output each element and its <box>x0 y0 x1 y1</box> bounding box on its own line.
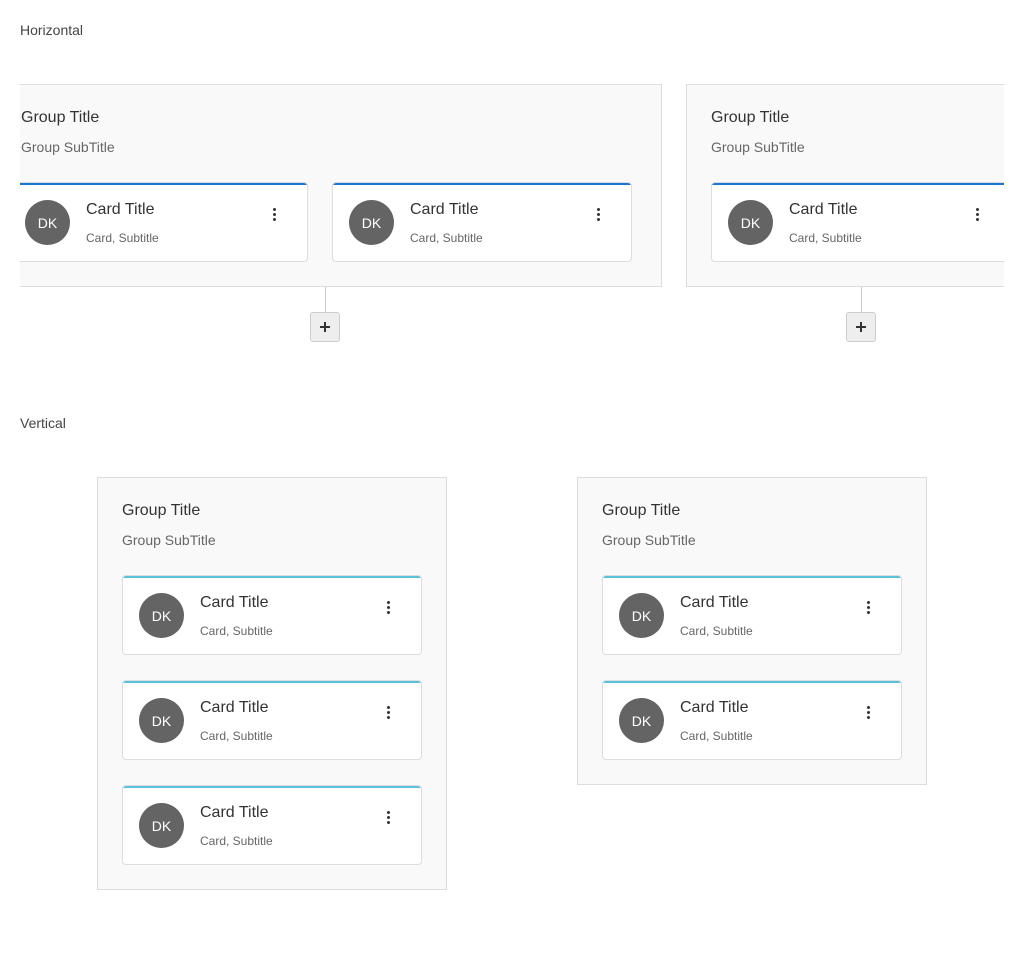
card[interactable]: DK Card Title Card, Subtitle <box>711 182 1004 262</box>
add-card-button[interactable] <box>310 312 340 342</box>
card-title: Card Title <box>200 699 269 716</box>
plus-icon <box>320 322 330 332</box>
horizontal-scroll-area[interactable]: Group Title Group SubTitle DK Card Title… <box>20 84 1004 354</box>
group-subtitle: Group SubTitle <box>122 532 216 548</box>
card-title: Card Title <box>680 594 749 611</box>
more-vertical-icon[interactable] <box>968 205 988 225</box>
card-subtitle: Card, Subtitle <box>680 624 753 638</box>
avatar: DK <box>619 593 664 638</box>
card-subtitle: Card, Subtitle <box>200 624 273 638</box>
card-subtitle: Card, Subtitle <box>86 231 159 245</box>
more-vertical-icon[interactable] <box>265 205 285 225</box>
group-title: Group Title <box>21 109 100 126</box>
group-subtitle: Group SubTitle <box>602 532 696 548</box>
card[interactable]: DK Card Title Card, Subtitle <box>122 680 422 760</box>
avatar: DK <box>139 593 184 638</box>
card-title: Card Title <box>410 201 479 218</box>
group-title: Group Title <box>122 502 201 519</box>
card-title: Card Title <box>86 201 155 218</box>
card-subtitle: Card, Subtitle <box>680 729 753 743</box>
horizontal-group: Group Title Group SubTitle DK Card Title… <box>686 84 1004 287</box>
group-subtitle: Group SubTitle <box>21 139 115 155</box>
plus-icon <box>856 322 866 332</box>
avatar: DK <box>25 200 70 245</box>
group-title: Group Title <box>711 109 790 126</box>
card-title: Card Title <box>200 804 269 821</box>
add-card-button[interactable] <box>846 312 876 342</box>
card[interactable]: DK Card Title Card, Subtitle <box>602 680 902 760</box>
card-subtitle: Card, Subtitle <box>200 729 273 743</box>
avatar: DK <box>619 698 664 743</box>
group-title: Group Title <box>602 502 681 519</box>
group-subtitle: Group SubTitle <box>711 139 805 155</box>
card-title: Card Title <box>789 201 858 218</box>
group-connector <box>861 287 862 312</box>
avatar: DK <box>139 803 184 848</box>
horizontal-section-label: Horizontal <box>20 22 84 38</box>
more-vertical-icon[interactable] <box>379 703 399 723</box>
more-vertical-icon[interactable] <box>379 598 399 618</box>
card-subtitle: Card, Subtitle <box>789 231 862 245</box>
card-title: Card Title <box>200 594 269 611</box>
card[interactable]: DK Card Title Card, Subtitle <box>602 575 902 655</box>
more-vertical-icon[interactable] <box>589 205 609 225</box>
horizontal-group: Group Title Group SubTitle DK Card Title… <box>20 84 662 287</box>
vertical-group: Group Title Group SubTitle DK Card Title… <box>577 477 927 785</box>
card-title: Card Title <box>680 699 749 716</box>
more-vertical-icon[interactable] <box>859 598 879 618</box>
more-vertical-icon[interactable] <box>859 703 879 723</box>
group-connector <box>325 287 326 312</box>
vertical-section-label: Vertical <box>20 415 66 431</box>
card[interactable]: DK Card Title Card, Subtitle <box>332 182 632 262</box>
avatar: DK <box>728 200 773 245</box>
card[interactable]: DK Card Title Card, Subtitle <box>20 182 308 262</box>
vertical-group: Group Title Group SubTitle DK Card Title… <box>97 477 447 890</box>
card-subtitle: Card, Subtitle <box>200 834 273 848</box>
more-vertical-icon[interactable] <box>379 808 399 828</box>
card[interactable]: DK Card Title Card, Subtitle <box>122 575 422 655</box>
card-subtitle: Card, Subtitle <box>410 231 483 245</box>
card[interactable]: DK Card Title Card, Subtitle <box>122 785 422 865</box>
avatar: DK <box>139 698 184 743</box>
avatar: DK <box>349 200 394 245</box>
